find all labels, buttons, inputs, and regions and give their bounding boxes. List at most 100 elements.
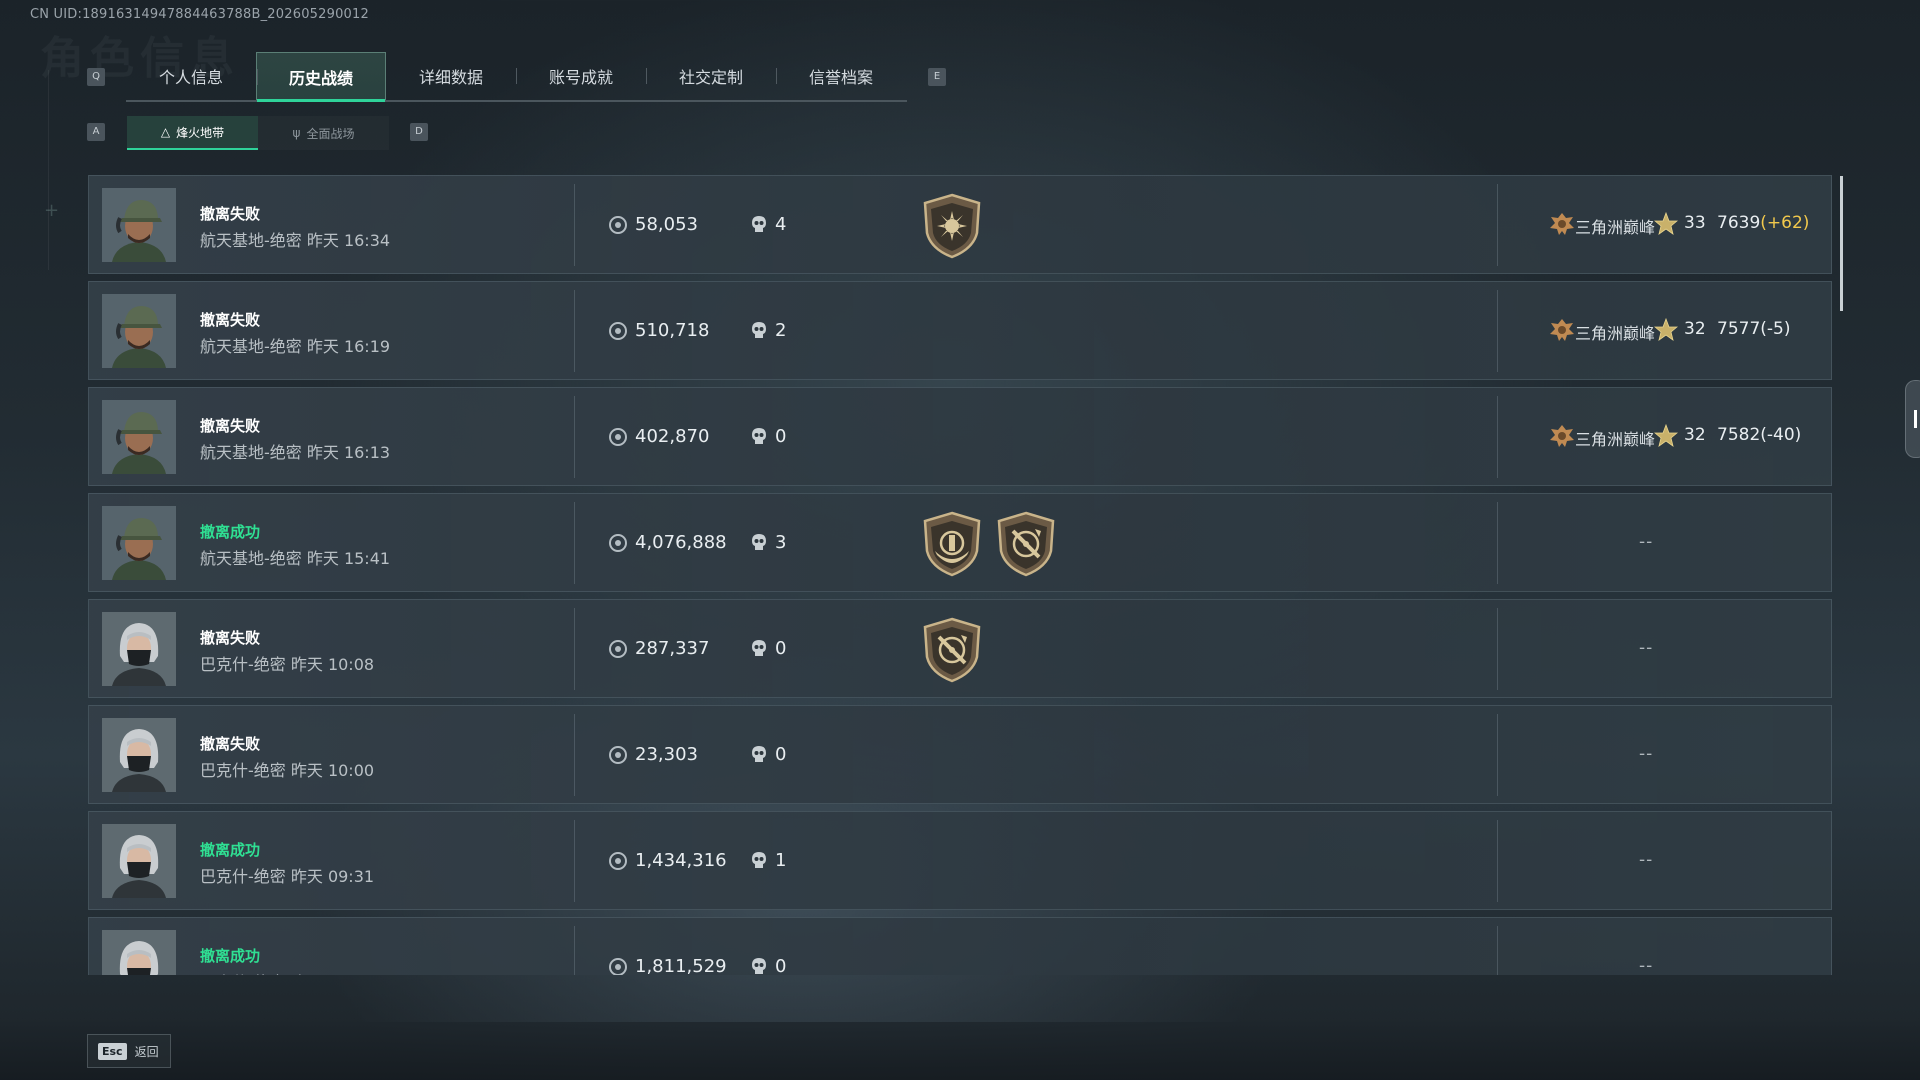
kill-count: 0 bbox=[775, 426, 787, 447]
prev-tab-key-hint[interactable]: Q bbox=[87, 68, 105, 86]
next-subtab-key-hint[interactable]: D bbox=[410, 123, 428, 141]
match-row[interactable]: 撤离失败 航天基地-绝密 昨天 16:34 58,053 4 三角洲巅峰 33 … bbox=[88, 175, 1832, 274]
operator-avatar bbox=[102, 718, 176, 792]
decorative-line bbox=[48, 70, 49, 270]
column-divider bbox=[574, 926, 575, 975]
match-row[interactable]: 撤离失败 航天基地-绝密 昨天 16:13 402,870 0 三角洲巅峰 32… bbox=[88, 387, 1832, 486]
tab-match-history[interactable]: 历史战绩 bbox=[256, 52, 386, 102]
money-value: 23,303 bbox=[635, 744, 698, 765]
compass-badge-icon[interactable] bbox=[995, 511, 1057, 577]
match-history-list[interactable]: 撤离失败 航天基地-绝密 昨天 16:34 58,053 4 三角洲巅峰 33 … bbox=[88, 175, 1832, 975]
column-divider bbox=[574, 820, 575, 902]
sun-badge-icon[interactable] bbox=[921, 193, 983, 259]
rank-level: 33 bbox=[1684, 213, 1706, 233]
wing-badge-icon[interactable] bbox=[921, 511, 983, 577]
match-row[interactable]: 撤离成功 巴克什-绝密 昨天 09:07 1,811,529 0 -- bbox=[88, 917, 1832, 975]
money-value: 287,337 bbox=[635, 638, 710, 659]
skull-icon bbox=[751, 745, 767, 765]
skull-icon bbox=[751, 851, 767, 871]
extraction-status: 撤离失败 bbox=[200, 417, 261, 435]
main-tabs: 个人信息 历史战绩 详细数据 账号成就 社交定制 信誉档案 bbox=[126, 52, 907, 102]
star-icon bbox=[1653, 423, 1679, 448]
decorative-plus: + bbox=[44, 200, 60, 221]
rank-score: 7639(+62) bbox=[1717, 213, 1809, 233]
match-row[interactable]: 撤离失败 巴克什-绝密 昨天 10:00 23,303 0 -- bbox=[88, 705, 1832, 804]
coin-icon bbox=[609, 216, 627, 234]
rank-score-delta: (-40) bbox=[1760, 425, 1802, 445]
kill-count: 4 bbox=[775, 214, 787, 235]
column-divider bbox=[574, 184, 575, 266]
column-divider bbox=[574, 608, 575, 690]
map-and-time: 巴克什-绝密 昨天 09:31 bbox=[200, 867, 375, 886]
list-scrollbar[interactable] bbox=[1840, 176, 1843, 311]
tab-personal-info[interactable]: 个人信息 bbox=[126, 52, 256, 100]
coin-icon bbox=[609, 958, 627, 975]
operator-avatar bbox=[102, 824, 176, 898]
match-row[interactable]: 撤离成功 巴克什-绝密 昨天 09:31 1,434,316 1 -- bbox=[88, 811, 1832, 910]
map-and-time: 巴克什-绝密 昨天 10:08 bbox=[200, 655, 375, 674]
rank-empty: -- bbox=[1639, 638, 1654, 658]
skull-icon bbox=[751, 957, 767, 975]
tab-achievements[interactable]: 账号成就 bbox=[516, 52, 646, 100]
column-divider bbox=[1497, 184, 1498, 266]
column-divider bbox=[1497, 608, 1498, 690]
rank-emblem-icon bbox=[1549, 424, 1575, 448]
coin-icon bbox=[609, 640, 627, 658]
subtab-all-out-war[interactable]: ψ 全面战场 bbox=[258, 116, 389, 150]
back-button[interactable]: Esc 返回 bbox=[87, 1034, 171, 1068]
money-value: 4,076,888 bbox=[635, 532, 727, 553]
tab-reputation[interactable]: 信誉档案 bbox=[776, 52, 906, 100]
rank-name: 三角洲巅峰 bbox=[1575, 430, 1656, 449]
operator-avatar bbox=[102, 612, 176, 686]
skull-icon bbox=[751, 427, 767, 447]
match-row[interactable]: 撤离失败 巴克什-绝密 昨天 10:08 287,337 0 -- bbox=[88, 599, 1832, 698]
back-label: 返回 bbox=[134, 1044, 159, 1059]
compass-badge-icon[interactable] bbox=[921, 617, 983, 683]
operator-avatar bbox=[102, 506, 176, 580]
extraction-status: 撤离失败 bbox=[200, 311, 261, 329]
subtab-hazard-zone[interactable]: △ 烽火地带 bbox=[127, 116, 258, 150]
rank-level: 32 bbox=[1684, 319, 1706, 339]
column-divider bbox=[1497, 714, 1498, 796]
kill-count: 1 bbox=[775, 850, 787, 871]
rank-score-delta: (+62) bbox=[1760, 213, 1810, 233]
next-tab-key-hint[interactable]: E bbox=[928, 68, 946, 86]
rank-info: 三角洲巅峰 32 7582(-40) bbox=[1519, 388, 1819, 487]
skull-icon bbox=[751, 321, 767, 341]
rank-score: 7577(-5) bbox=[1717, 319, 1790, 339]
column-divider bbox=[574, 714, 575, 796]
column-divider bbox=[574, 502, 575, 584]
star-icon bbox=[1653, 211, 1679, 236]
rank-score-delta: (-5) bbox=[1760, 319, 1791, 339]
rank-score: 7582(-40) bbox=[1717, 425, 1801, 445]
operator-avatar bbox=[102, 294, 176, 368]
rank-emblem-icon bbox=[1549, 318, 1575, 342]
skull-icon bbox=[751, 533, 767, 553]
coin-icon bbox=[609, 534, 627, 552]
side-panel-handle[interactable] bbox=[1905, 380, 1920, 458]
money-value: 510,718 bbox=[635, 320, 710, 341]
star-icon bbox=[1653, 317, 1679, 342]
money-value: 1,811,529 bbox=[635, 956, 727, 975]
rank-score-value: 7582 bbox=[1717, 425, 1761, 445]
esc-key-hint: Esc bbox=[98, 1042, 127, 1060]
match-row[interactable]: 撤离成功 航天基地-绝密 昨天 15:41 4,076,888 3 -- bbox=[88, 493, 1832, 592]
coin-icon bbox=[609, 428, 627, 446]
radar-icon: △ bbox=[160, 125, 171, 139]
column-divider bbox=[1497, 396, 1498, 478]
subtab-label: 烽火地带 bbox=[176, 125, 225, 140]
tab-social-custom[interactable]: 社交定制 bbox=[646, 52, 776, 100]
extraction-status: 撤离成功 bbox=[200, 523, 261, 541]
rank-name: 三角洲巅峰 bbox=[1575, 218, 1656, 237]
rank-name: 三角洲巅峰 bbox=[1575, 324, 1656, 343]
prev-subtab-key-hint[interactable]: A bbox=[87, 123, 105, 141]
rank-empty: -- bbox=[1639, 956, 1654, 975]
match-row[interactable]: 撤离失败 航天基地-绝密 昨天 16:19 510,718 2 三角洲巅峰 32… bbox=[88, 281, 1832, 380]
coin-icon bbox=[609, 746, 627, 764]
extraction-status: 撤离成功 bbox=[200, 841, 261, 859]
skull-icon bbox=[751, 215, 767, 235]
column-divider bbox=[1497, 502, 1498, 584]
kill-count: 2 bbox=[775, 320, 787, 341]
tab-detailed-data[interactable]: 详细数据 bbox=[386, 52, 516, 100]
extraction-status: 撤离失败 bbox=[200, 735, 261, 753]
